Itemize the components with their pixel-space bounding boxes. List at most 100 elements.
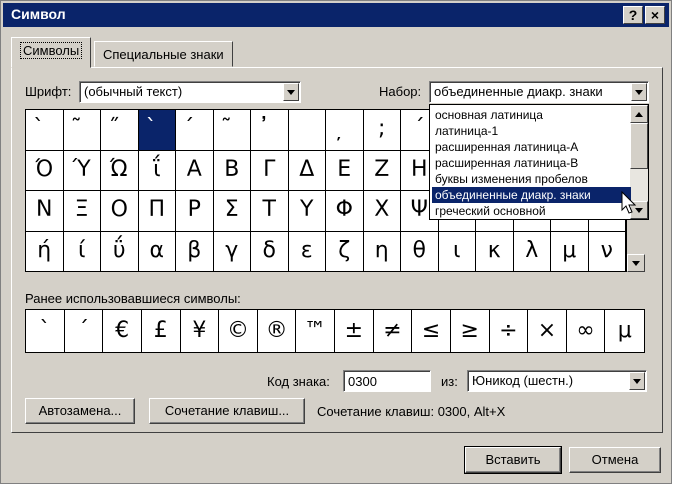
symbol-cell[interactable]: θ bbox=[401, 231, 439, 272]
symbol-cell[interactable]: ε bbox=[288, 231, 326, 272]
symbol-cell[interactable] bbox=[288, 110, 326, 151]
symbol-cell[interactable]: ̃ bbox=[63, 110, 101, 151]
recent-symbol-cell[interactable]: ± bbox=[335, 310, 374, 352]
tab-special-characters[interactable]: Специальные знаки bbox=[94, 41, 233, 67]
symbol-cell[interactable]: ΰ bbox=[101, 231, 139, 272]
symbol-cell[interactable]: Τ bbox=[251, 191, 289, 232]
encoding-dropdown-arrow-icon[interactable] bbox=[629, 372, 645, 390]
autocorrect-button[interactable]: Автозамена... bbox=[25, 398, 135, 424]
symbol-cell[interactable]: ̋ bbox=[101, 110, 139, 151]
recent-symbol-cell[interactable]: £ bbox=[142, 310, 181, 352]
subset-option[interactable]: греческий основной bbox=[432, 203, 631, 219]
recent-symbol-cell[interactable]: ´ bbox=[65, 310, 104, 352]
symbol-cell[interactable]: Π bbox=[138, 191, 176, 232]
subset-option[interactable]: основная латиница bbox=[432, 107, 631, 123]
close-button[interactable]: × bbox=[645, 6, 665, 24]
symbol-cell[interactable]: ̃ bbox=[213, 110, 251, 151]
recent-symbol-cell[interactable]: ∞ bbox=[567, 310, 606, 352]
cancel-button[interactable]: Отмена bbox=[569, 447, 661, 473]
subset-dropdown-arrow-icon[interactable] bbox=[631, 83, 647, 101]
subset-option[interactable]: расширенная латиница-B bbox=[432, 155, 631, 171]
font-label: Шрифт: bbox=[25, 84, 72, 99]
subset-option[interactable]: латиница-1 bbox=[432, 123, 631, 139]
symbol-cell[interactable]: λ bbox=[513, 231, 551, 272]
dropdown-scroll-up-icon[interactable] bbox=[630, 105, 648, 123]
symbol-cell[interactable]: Ζ bbox=[363, 150, 401, 191]
scroll-down-icon[interactable] bbox=[627, 254, 645, 272]
symbol-cell[interactable]: ή bbox=[26, 231, 64, 272]
symbol-cell[interactable]: μ bbox=[551, 231, 589, 272]
recent-symbol-cell[interactable]: ≥ bbox=[451, 310, 490, 352]
symbol-cell[interactable]: Χ bbox=[363, 191, 401, 232]
symbol-cell[interactable]: ν bbox=[588, 231, 626, 272]
symbol-cell[interactable]: δ bbox=[251, 231, 289, 272]
help-button[interactable]: ? bbox=[623, 6, 643, 24]
symbol-cell[interactable]: Δ bbox=[288, 150, 326, 191]
charcode-label: Код знака: bbox=[267, 374, 330, 389]
symbol-cell[interactable]: Α bbox=[176, 150, 214, 191]
symbol-cell[interactable]: Σ bbox=[213, 191, 251, 232]
symbol-cell[interactable]: Ν bbox=[26, 191, 64, 232]
subset-label: Набор: bbox=[379, 84, 422, 99]
symbol-cell[interactable]: ι bbox=[438, 231, 476, 272]
symbol-cell[interactable]: β bbox=[176, 231, 214, 272]
symbol-cell[interactable]: Φ bbox=[326, 191, 364, 232]
window-title: Символ bbox=[11, 6, 66, 22]
recent-symbol-cell[interactable]: ® bbox=[258, 310, 297, 352]
symbol-cell[interactable]: Ρ bbox=[176, 191, 214, 232]
symbol-cell[interactable]: ; bbox=[363, 110, 401, 151]
subset-select-value: объединенные диакр. знаки bbox=[434, 84, 603, 99]
symbol-cell[interactable]: Ό bbox=[26, 150, 64, 191]
subset-option[interactable]: буквы изменения пробелов bbox=[432, 171, 631, 187]
symbol-cell[interactable]: Β bbox=[213, 150, 251, 191]
recent-symbol-cell[interactable]: ¥ bbox=[181, 310, 220, 352]
symbol-cell[interactable]: Ξ bbox=[63, 191, 101, 232]
shortcut-key-button[interactable]: Сочетание клавиш... bbox=[149, 398, 305, 424]
subset-dropdown-list: основная латиница латиница-1 расширенная л… bbox=[429, 104, 649, 220]
recent-symbol-cell[interactable]: ÷ bbox=[490, 310, 529, 352]
symbol-dialog: Символ ? × Символы Специальные знаки Шри… bbox=[0, 0, 672, 484]
recent-symbol-cell[interactable]: ≤ bbox=[412, 310, 451, 352]
close-icon: × bbox=[650, 7, 660, 23]
symbol-cell[interactable]: Ε bbox=[326, 150, 364, 191]
symbol-cell[interactable]: α bbox=[138, 231, 176, 272]
symbol-cell[interactable]: ̀ bbox=[138, 110, 176, 151]
symbol-cell[interactable]: Ύ bbox=[63, 150, 101, 191]
symbol-cell[interactable]: η bbox=[363, 231, 401, 272]
tab-symbols[interactable]: Символы bbox=[11, 37, 92, 68]
title-bar: Символ ? × bbox=[3, 3, 669, 27]
recent-symbol-cell[interactable]: ™ bbox=[296, 310, 335, 352]
mouse-cursor-icon bbox=[621, 191, 637, 214]
recent-symbol-cell[interactable]: ` bbox=[26, 310, 65, 352]
subset-option[interactable]: расширенная латиница-A bbox=[432, 139, 631, 155]
encoding-select[interactable]: Юникод (шестн.) bbox=[467, 370, 647, 392]
recent-symbol-cell[interactable]: © bbox=[219, 310, 258, 352]
tab-symbols-label: Символы bbox=[20, 42, 83, 59]
symbol-cell[interactable]: ί bbox=[63, 231, 101, 272]
from-label: из: bbox=[441, 374, 458, 389]
symbol-cell[interactable]: ́ bbox=[176, 110, 214, 151]
symbol-cell[interactable]: κ bbox=[476, 231, 514, 272]
symbol-cell[interactable]: ΐ bbox=[138, 150, 176, 191]
symbol-cell[interactable]: ̀ bbox=[26, 110, 64, 151]
recent-symbol-cell[interactable]: × bbox=[528, 310, 567, 352]
subset-option[interactable]: объединенные диакр. знаки bbox=[432, 187, 631, 203]
symbol-cell[interactable]: ̓ bbox=[251, 110, 289, 151]
symbol-cell[interactable]: Ώ bbox=[101, 150, 139, 191]
font-select-value: (обычный текст) bbox=[84, 84, 183, 99]
symbol-cell[interactable]: Ο bbox=[101, 191, 139, 232]
charcode-input[interactable]: 0300 bbox=[343, 370, 431, 392]
symbol-cell[interactable]: ̦ bbox=[326, 110, 364, 151]
recent-symbol-cell[interactable]: ≠ bbox=[374, 310, 413, 352]
dropdown-scroll-thumb[interactable] bbox=[630, 123, 648, 169]
symbol-cell[interactable]: γ bbox=[213, 231, 251, 272]
subset-select[interactable]: объединенные диакр. знаки bbox=[429, 81, 649, 103]
font-select[interactable]: (обычный текст) bbox=[79, 81, 301, 103]
recent-symbol-cell[interactable]: € bbox=[103, 310, 142, 352]
symbol-cell[interactable]: Υ bbox=[288, 191, 326, 232]
insert-button[interactable]: Вставить bbox=[464, 446, 562, 474]
symbol-cell[interactable]: Γ bbox=[251, 150, 289, 191]
symbol-cell[interactable]: ζ bbox=[326, 231, 364, 272]
font-dropdown-arrow-icon[interactable] bbox=[283, 83, 299, 101]
recent-symbol-cell[interactable]: μ bbox=[605, 310, 644, 352]
